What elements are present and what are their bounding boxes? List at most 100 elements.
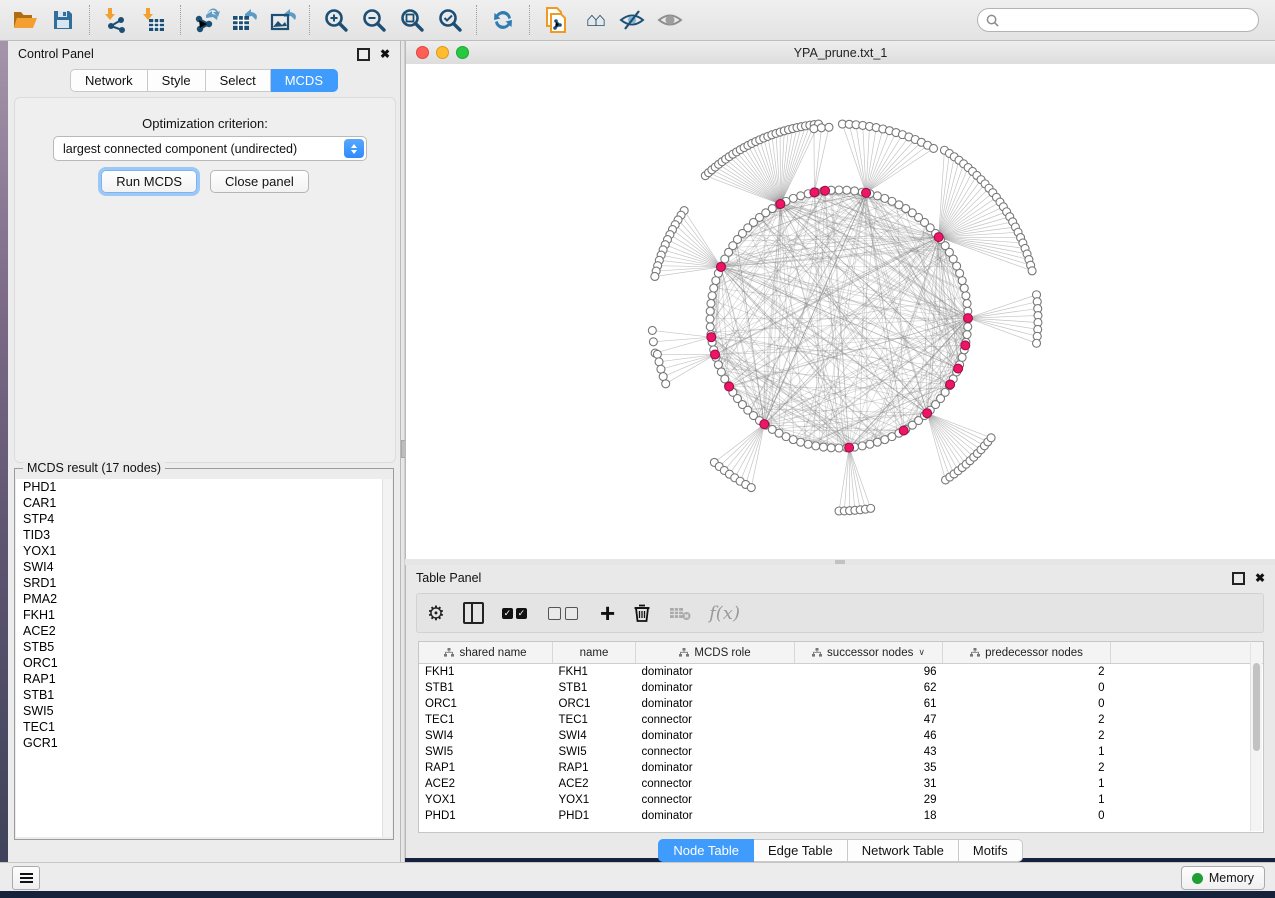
table-cell[interactable]: 1: [943, 792, 1111, 808]
table-cell[interactable]: 2: [943, 760, 1111, 776]
network-node[interactable]: [706, 315, 714, 323]
table-cell[interactable]: ORC1: [553, 696, 636, 712]
mcds-result-item[interactable]: GCR1: [16, 735, 392, 751]
table-cell[interactable]: 0: [943, 808, 1111, 824]
first-neighbors-icon[interactable]: ⌂⌂: [575, 3, 613, 37]
mcds-result-item[interactable]: YOX1: [16, 543, 392, 559]
network-node[interactable]: [930, 144, 938, 152]
table-row[interactable]: TEC1TEC1connector472: [419, 712, 1264, 728]
export-network-icon[interactable]: [188, 3, 226, 37]
network-node[interactable]: [962, 292, 970, 300]
network-node[interactable]: [827, 444, 835, 452]
table-cell[interactable]: RAP1: [553, 760, 636, 776]
network-hub-node[interactable]: [934, 233, 943, 242]
zoom-in-icon[interactable]: [317, 3, 355, 37]
network-hub-node[interactable]: [961, 341, 970, 350]
network-node[interactable]: [804, 440, 812, 448]
export-image-icon[interactable]: [264, 3, 302, 37]
network-node[interactable]: [819, 443, 827, 451]
table-row[interactable]: ACE2ACE2connector311: [419, 776, 1264, 792]
table-cell[interactable]: dominator: [636, 680, 795, 696]
column-header-name[interactable]: name: [553, 642, 636, 664]
network-node[interactable]: [797, 192, 805, 200]
column-header-successor-nodes[interactable]: successor nodes∨: [795, 642, 943, 664]
network-node[interactable]: [657, 365, 665, 373]
zoom-fit-icon[interactable]: [393, 3, 431, 37]
scrollbar-thumb[interactable]: [1253, 663, 1260, 751]
network-node[interactable]: [706, 307, 714, 315]
table-cell[interactable]: STB1: [419, 680, 553, 696]
tab-edge-table[interactable]: Edge Table: [754, 839, 848, 862]
table-cell[interactable]: 31: [795, 776, 943, 792]
table-cell[interactable]: SWI5: [553, 744, 636, 760]
import-table-icon[interactable]: [135, 3, 173, 37]
mcds-result-item[interactable]: STP4: [16, 511, 392, 527]
table-cell[interactable]: ACE2: [419, 776, 553, 792]
table-cell[interactable]: FKH1: [553, 664, 636, 681]
table-cell[interactable]: 2: [943, 712, 1111, 728]
create-column-icon[interactable]: +: [600, 600, 615, 626]
float-panel-icon[interactable]: [357, 48, 370, 61]
network-hub-node[interactable]: [862, 188, 871, 197]
delete-columns-icon[interactable]: [633, 600, 651, 626]
network-node[interactable]: [873, 192, 881, 200]
table-cell[interactable]: SWI5: [419, 744, 553, 760]
mcds-result-item[interactable]: CAR1: [16, 495, 392, 511]
table-cell[interactable]: 43: [795, 744, 943, 760]
network-node[interactable]: [651, 272, 659, 280]
table-scrollbar[interactable]: [1250, 643, 1262, 831]
network-node[interactable]: [712, 277, 720, 285]
network-node[interactable]: [963, 331, 971, 339]
table-cell[interactable]: 47: [795, 712, 943, 728]
run-mcds-button[interactable]: Run MCDS: [101, 170, 197, 193]
table-row[interactable]: FKH1FKH1dominator962: [419, 664, 1264, 681]
network-graph[interactable]: [406, 64, 1275, 558]
table-cell[interactable]: 0: [943, 680, 1111, 696]
mcds-result-item[interactable]: TID3: [16, 527, 392, 543]
search-input[interactable]: [1004, 12, 1250, 28]
network-node[interactable]: [881, 194, 889, 202]
network-canvas[interactable]: [406, 64, 1275, 558]
network-hub-node[interactable]: [954, 364, 963, 373]
tab-motifs[interactable]: Motifs: [959, 839, 1023, 862]
hide-selected-icon[interactable]: [613, 3, 651, 37]
table-row[interactable]: STB1STB1dominator620: [419, 680, 1264, 696]
table-row[interactable]: SWI4SWI4dominator462: [419, 728, 1264, 744]
table-cell[interactable]: YOX1: [419, 792, 553, 808]
table-row[interactable]: RAP1RAP1dominator352: [419, 760, 1264, 776]
show-panels-button[interactable]: [12, 866, 40, 890]
table-cell[interactable]: dominator: [636, 728, 795, 744]
column-header-shared-name[interactable]: shared name: [419, 642, 553, 664]
clone-network-icon[interactable]: [537, 3, 575, 37]
mcds-result-item[interactable]: ORC1: [16, 655, 392, 671]
network-node[interactable]: [1033, 339, 1041, 347]
table-cell[interactable]: ACE2: [553, 776, 636, 792]
network-node[interactable]: [706, 323, 714, 331]
refresh-view-icon[interactable]: [484, 3, 522, 37]
table-cell[interactable]: STB1: [553, 680, 636, 696]
delete-table-icon[interactable]: [669, 600, 691, 626]
table-cell[interactable]: TEC1: [553, 712, 636, 728]
network-node[interactable]: [960, 284, 968, 292]
column-manager-icon[interactable]: [463, 600, 484, 626]
table-cell[interactable]: PHD1: [553, 808, 636, 824]
table-cell[interactable]: 96: [795, 664, 943, 681]
network-node[interactable]: [662, 380, 670, 388]
zoom-selected-icon[interactable]: [431, 3, 469, 37]
network-node[interactable]: [747, 484, 755, 492]
window-minimize-icon[interactable]: [436, 46, 449, 59]
table-cell[interactable]: dominator: [636, 760, 795, 776]
table-cell[interactable]: dominator: [636, 808, 795, 824]
network-node[interactable]: [851, 187, 859, 195]
network-hub-node[interactable]: [760, 420, 769, 429]
mcds-result-item[interactable]: PHD1: [16, 479, 392, 495]
network-node[interactable]: [1028, 267, 1036, 275]
network-node[interactable]: [817, 124, 825, 132]
table-cell[interactable]: 18: [795, 808, 943, 824]
mcds-result-item[interactable]: SRD1: [16, 575, 392, 591]
mcds-result-item[interactable]: PMA2: [16, 591, 392, 607]
network-node[interactable]: [710, 284, 718, 292]
function-builder-icon[interactable]: f(x): [709, 600, 740, 626]
tab-network-table[interactable]: Network Table: [848, 839, 959, 862]
save-session-icon[interactable]: [44, 3, 82, 37]
